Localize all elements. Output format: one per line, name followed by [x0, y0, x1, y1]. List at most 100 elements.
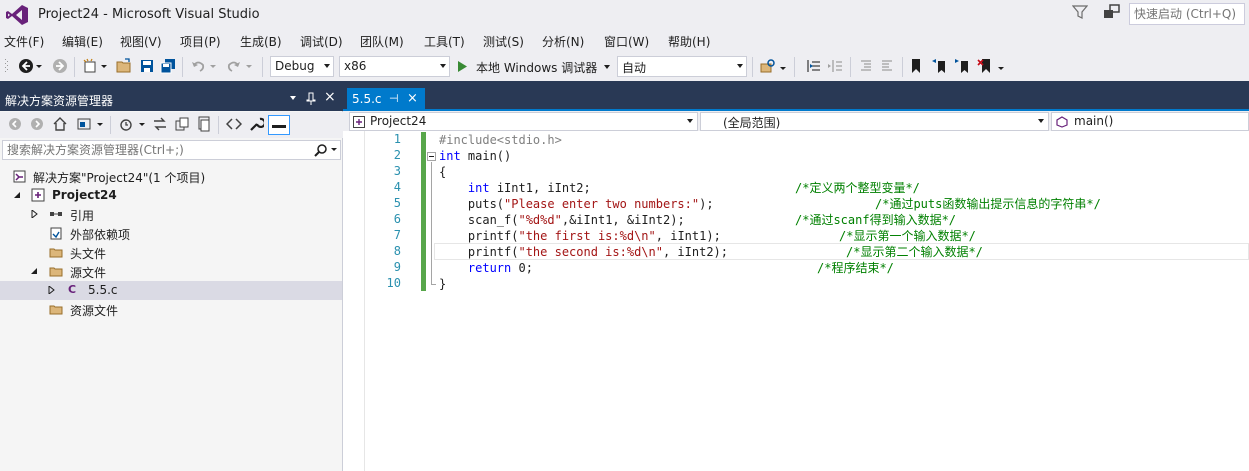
menu-view[interactable]: 视图(V) — [120, 33, 162, 50]
home-icon[interactable] — [52, 116, 68, 132]
navigate-back-icon[interactable] — [18, 58, 34, 74]
line-number: 8 — [393, 244, 401, 258]
tab-label: 5.5.c — [352, 92, 382, 106]
code-line-10: } — [439, 277, 447, 291]
member-dropdown[interactable]: main() — [1051, 112, 1249, 131]
redo-dropdown-icon[interactable] — [246, 65, 252, 68]
menu-test[interactable]: 测试(S) — [483, 33, 524, 50]
debug-mode-value: 自动 — [622, 61, 647, 75]
outline-collapse-icon[interactable] — [427, 152, 436, 161]
quick-launch-input[interactable] — [1129, 3, 1245, 25]
collapse-arrow-icon[interactable] — [13, 191, 21, 199]
filter-folder-open-icon — [49, 267, 63, 277]
expand-arrow-icon[interactable] — [47, 286, 55, 294]
line-number: 6 — [393, 212, 401, 226]
solution-platform-select[interactable]: x86 — [339, 56, 450, 77]
menu-file[interactable]: 文件(F) — [4, 33, 44, 50]
tree-item-references[interactable]: 引用 — [0, 205, 342, 224]
menu-build[interactable]: 生成(B) — [240, 33, 282, 50]
open-file-icon[interactable] — [116, 58, 132, 74]
standard-toolbar: Debug x86 本地 Windows 调试器 自动 — [0, 53, 1249, 81]
preview-selected-items-button[interactable] — [268, 115, 290, 135]
tree-item-source-file-selected[interactable]: C 5.5.c — [0, 281, 342, 300]
tree-item-solution[interactable]: 解决方案"Project24"(1 个项目) — [0, 167, 342, 186]
tree-item-source-files[interactable]: 源文件 — [0, 262, 342, 281]
back-icon[interactable] — [8, 117, 22, 131]
solution-search-input[interactable] — [2, 140, 341, 160]
menu-project[interactable]: 项目(P) — [180, 33, 221, 50]
uncomment-lines-icon[interactable] — [879, 58, 895, 74]
pending-changes-filter-icon[interactable] — [118, 116, 134, 132]
back-dropdown-icon[interactable] — [36, 65, 42, 68]
filter-icon[interactable] — [1072, 4, 1088, 20]
toggle-bookmark-icon[interactable] — [908, 58, 924, 74]
tree-item-label: 引用 — [70, 209, 95, 223]
previous-bookmark-icon[interactable] — [931, 58, 947, 74]
solution-explorer-panel: 解决方案资源管理器 × 解决方案"Project24"(1 个项目) Proje… — [0, 87, 343, 471]
view-code-icon[interactable] — [226, 117, 242, 131]
tree-item-external-dependencies[interactable]: 外部依赖项 — [0, 224, 342, 243]
find-dropdown-icon[interactable] — [780, 67, 786, 70]
solution-configuration-select[interactable]: Debug — [270, 56, 334, 77]
undo-icon[interactable] — [190, 58, 206, 74]
tree-item-header-files[interactable]: 头文件 — [0, 243, 342, 262]
feedback-icon[interactable] — [1103, 4, 1121, 20]
auto-hide-pin-icon[interactable] — [306, 92, 316, 106]
next-bookmark-icon[interactable] — [954, 58, 970, 74]
tab-5-5-c[interactable]: 5.5.c ⊣ × — [347, 88, 425, 111]
tree-item-project[interactable]: Project24 — [0, 186, 342, 205]
code-line-4: int iInt1, iInt2; — [467, 181, 591, 195]
menu-debug[interactable]: 调试(D) — [300, 33, 343, 50]
menu-window[interactable]: 窗口(W) — [604, 33, 649, 50]
clear-bookmarks-icon[interactable] — [977, 58, 993, 74]
toolbar-overflow-icon[interactable] — [998, 67, 1004, 70]
close-tab-icon[interactable]: × — [407, 91, 418, 106]
collapse-all-icon[interactable] — [196, 116, 212, 132]
filter-dropdown-icon[interactable] — [139, 123, 145, 126]
sync-with-active-document-icon[interactable] — [152, 116, 168, 132]
code-comment: /*程序结束*/ — [817, 261, 894, 275]
navigate-forward-icon[interactable] — [52, 58, 68, 74]
solution-explorer-header: 解决方案资源管理器 × — [0, 87, 343, 111]
switch-views-icon[interactable] — [76, 116, 92, 132]
window-position-dropdown-icon[interactable] — [290, 96, 296, 100]
line-number: 7 — [393, 228, 401, 242]
new-dropdown-icon[interactable] — [101, 65, 107, 68]
comment-lines-icon[interactable] — [858, 58, 874, 74]
scope-dropdown[interactable]: (全局范围) — [700, 112, 1049, 131]
call-stack-icon[interactable] — [827, 58, 843, 74]
debug-mode-select[interactable]: 自动 — [617, 56, 747, 77]
code-line-8: printf("the second is:%d\n", iInt2); — [439, 245, 729, 259]
save-all-icon[interactable] — [160, 58, 176, 74]
cpp-project-icon — [353, 116, 365, 128]
tree-item-resource-files[interactable]: 资源文件 — [0, 300, 342, 319]
debug-target-dropdown-icon[interactable] — [604, 65, 610, 69]
undo-dropdown-icon[interactable] — [210, 65, 216, 68]
menu-analyze[interactable]: 分析(N) — [542, 33, 584, 50]
expand-arrow-icon[interactable] — [30, 210, 38, 218]
code-editor[interactable]: 1 2 3 4 5 6 7 8 9 10 #include<stdio.h> i… — [343, 131, 1249, 471]
redo-icon[interactable] — [226, 58, 242, 74]
toolbar-grip-icon[interactable] — [4, 58, 10, 74]
collapse-arrow-icon[interactable] — [30, 267, 38, 275]
search-icon[interactable] — [314, 143, 328, 157]
pin-tab-icon[interactable]: ⊣ — [389, 92, 399, 105]
search-options-dropdown-icon[interactable] — [331, 148, 337, 151]
menu-edit[interactable]: 编辑(E) — [62, 33, 103, 50]
code-line-5: puts("Please enter two numbers:"); — [439, 197, 714, 211]
new-project-icon[interactable] — [82, 58, 98, 74]
step-into-icon[interactable] — [806, 58, 822, 74]
menu-help[interactable]: 帮助(H) — [668, 33, 710, 50]
find-in-files-icon[interactable] — [760, 58, 776, 74]
menu-tools[interactable]: 工具(T) — [424, 33, 465, 50]
title-bar: Project24 - Microsoft Visual Studio — [0, 0, 1249, 30]
forward-icon[interactable] — [30, 117, 44, 131]
properties-wrench-icon[interactable] — [248, 116, 264, 132]
refresh-icon[interactable] — [174, 116, 190, 132]
switch-views-dropdown-icon[interactable] — [97, 123, 103, 126]
close-panel-icon[interactable]: × — [324, 89, 336, 105]
save-icon[interactable] — [139, 58, 155, 74]
menu-team[interactable]: 团队(M) — [360, 33, 404, 50]
project-dropdown[interactable]: Project24 — [349, 112, 698, 131]
line-number: 1 — [393, 132, 401, 146]
